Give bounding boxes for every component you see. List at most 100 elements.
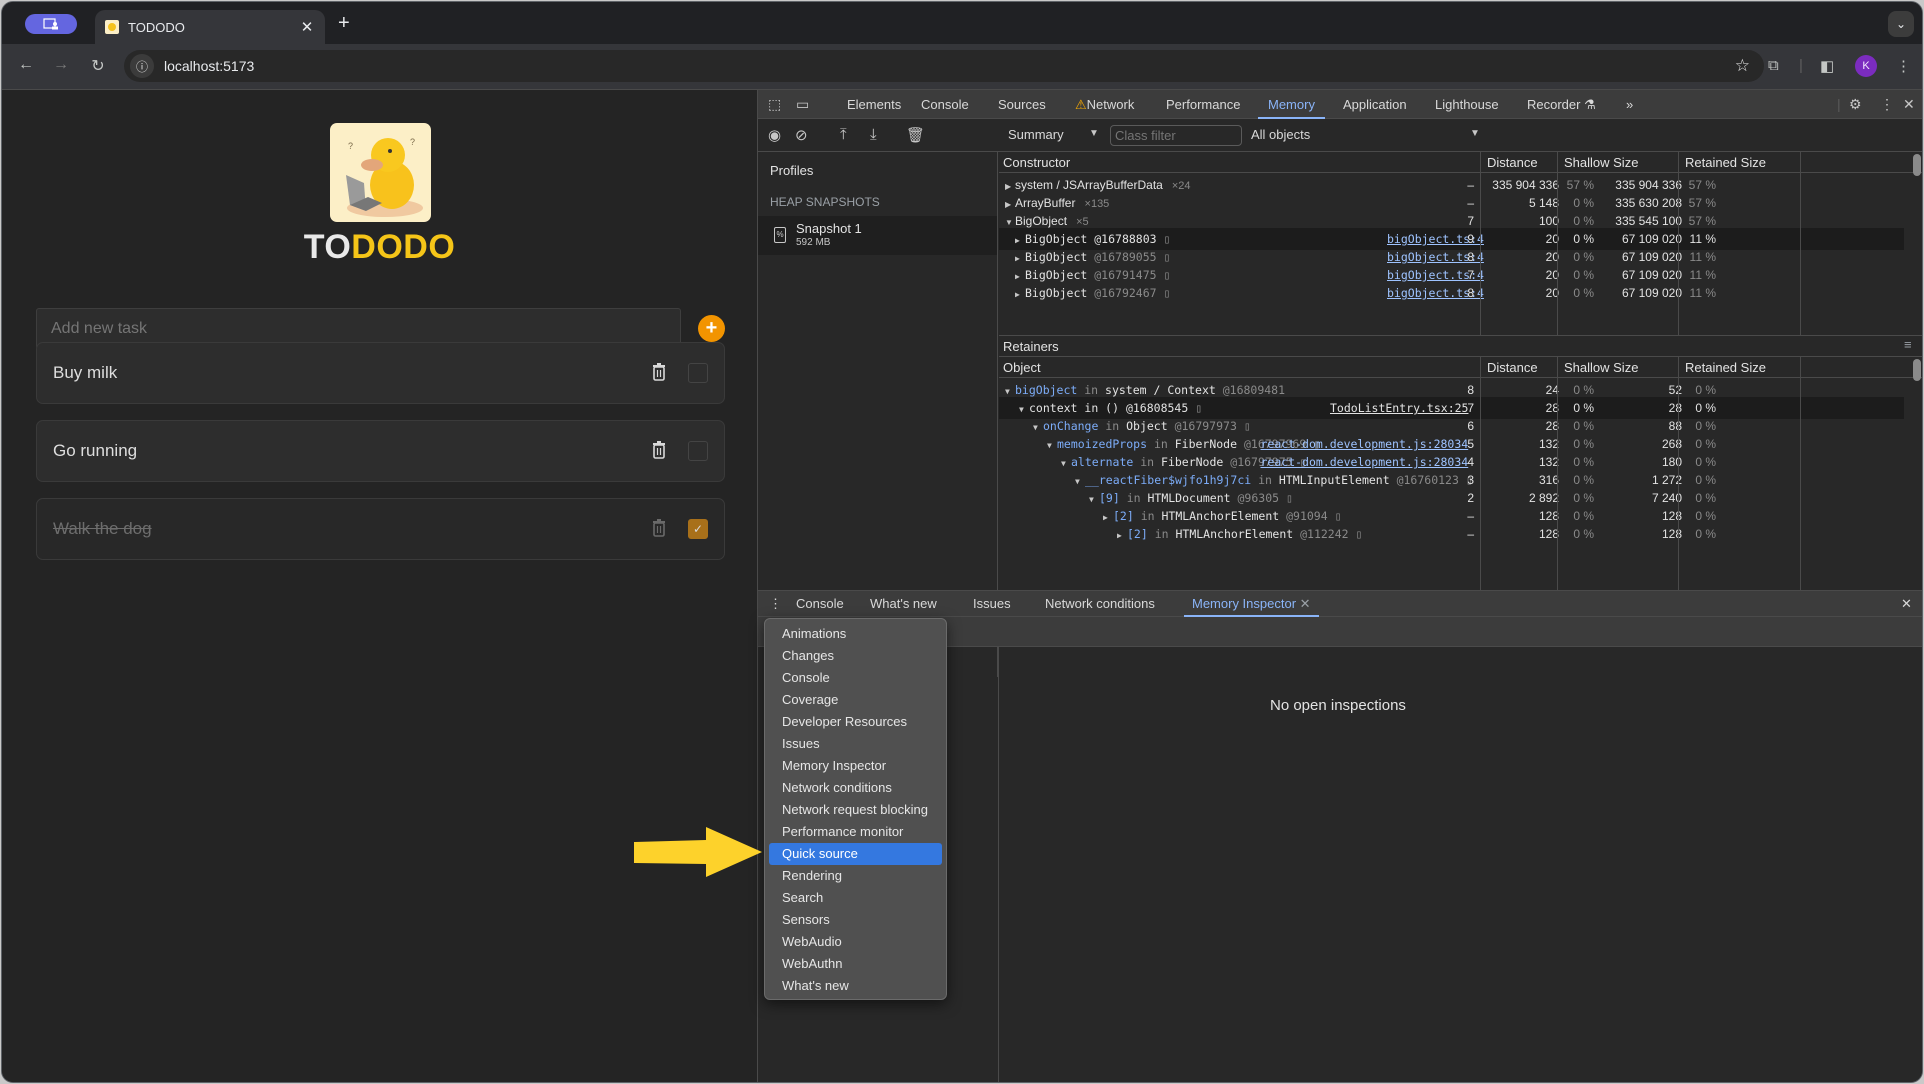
- menu-item-developer-resources[interactable]: Developer Resources: [769, 711, 942, 733]
- task-checkbox[interactable]: [688, 363, 708, 383]
- side-panel-icon[interactable]: ◧: [1820, 57, 1834, 75]
- drawer-tab-issues[interactable]: Issues: [973, 591, 1011, 617]
- drawer-tab-memory-inspector[interactable]: Memory Inspector ✕: [1184, 591, 1319, 617]
- tab-lighthouse[interactable]: Lighthouse: [1435, 90, 1499, 119]
- collapsed-triangle-icon[interactable]: ▶: [1005, 200, 1015, 209]
- drawer-tab-whats-new[interactable]: What's new: [870, 591, 937, 617]
- task-checkbox[interactable]: [688, 441, 708, 461]
- profile-avatar[interactable]: K: [1855, 55, 1877, 77]
- reveal-icon[interactable]: ▯: [1164, 268, 1171, 282]
- expanded-triangle-icon[interactable]: ▼: [1033, 423, 1043, 432]
- device-toolbar-icon[interactable]: ▭: [796, 96, 809, 113]
- drawer-menu-kebab-icon[interactable]: ⋮: [769, 591, 782, 617]
- close-devtools-icon[interactable]: ✕: [1903, 96, 1915, 113]
- browser-tab[interactable]: TODODO ✕: [95, 10, 325, 44]
- menu-item-performance-monitor[interactable]: Performance monitor: [769, 821, 942, 843]
- address-bar[interactable]: ⓘ localhost:5173 ☆: [124, 50, 1764, 82]
- view-select-caret-icon[interactable]: ▼: [1089, 128, 1099, 139]
- col-constructor[interactable]: Constructor: [1003, 155, 1070, 170]
- menu-item-network-request-blocking[interactable]: Network request blocking: [769, 799, 942, 821]
- objects-filter-caret-icon[interactable]: ▼: [1470, 128, 1480, 139]
- close-tab-icon[interactable]: ✕: [295, 18, 319, 36]
- col-object[interactable]: Object: [1003, 360, 1041, 375]
- menu-item-console[interactable]: Console: [769, 667, 942, 689]
- add-task-button[interactable]: +: [698, 315, 725, 342]
- reveal-icon[interactable]: ▯: [1164, 286, 1171, 300]
- drawer-tab-network-conditions[interactable]: Network conditions: [1045, 591, 1155, 617]
- menu-item-issues[interactable]: Issues: [769, 733, 942, 755]
- site-info-icon[interactable]: ⓘ: [130, 54, 154, 78]
- col-retained-size[interactable]: Retained Size: [1685, 155, 1766, 170]
- trash-icon[interactable]: [652, 519, 666, 537]
- objects-filter-select[interactable]: All objects: [1251, 127, 1310, 142]
- tab-network[interactable]: ⚠Network: [1075, 90, 1134, 119]
- expanded-triangle-icon[interactable]: ▼: [1019, 405, 1029, 414]
- menu-item-search[interactable]: Search: [769, 887, 942, 909]
- reveal-icon[interactable]: ▯: [1164, 250, 1171, 264]
- reveal-icon[interactable]: ▯: [1195, 401, 1202, 415]
- collapsed-triangle-icon[interactable]: ▶: [1015, 254, 1025, 263]
- url-text[interactable]: localhost:5173: [164, 58, 1735, 74]
- tab-recorder[interactable]: Recorder ⚗: [1527, 90, 1596, 119]
- collapsed-triangle-icon[interactable]: ▶: [1015, 290, 1025, 299]
- reveal-icon[interactable]: ▯: [1356, 527, 1363, 541]
- expanded-triangle-icon[interactable]: ▼: [1005, 218, 1015, 227]
- menu-item-network-conditions[interactable]: Network conditions: [769, 777, 942, 799]
- profile-switcher-button[interactable]: [25, 14, 77, 34]
- tab-performance[interactable]: Performance: [1166, 90, 1240, 119]
- menu-item-quick-source[interactable]: Quick source: [769, 843, 942, 865]
- tab-search-chevron-icon[interactable]: ⌄: [1888, 11, 1914, 37]
- snapshot-item[interactable]: % Snapshot 1 592 MB: [758, 216, 997, 255]
- clear-profiles-icon[interactable]: ⊘: [795, 126, 808, 144]
- reload-icon[interactable]: ↻: [87, 56, 109, 76]
- col-shallow-size[interactable]: Shallow Size: [1564, 155, 1638, 170]
- constructor-scrollbar[interactable]: [1913, 154, 1921, 176]
- collapsed-triangle-icon[interactable]: ▶: [1103, 513, 1113, 522]
- menu-item-what-s-new[interactable]: What's new: [769, 975, 942, 997]
- forward-arrow-icon[interactable]: →: [50, 56, 72, 74]
- col-distance[interactable]: Distance: [1487, 360, 1538, 375]
- extensions-puzzle-icon[interactable]: ⧉: [1768, 57, 1779, 74]
- back-arrow-icon[interactable]: ←: [15, 56, 37, 74]
- col-shallow-size[interactable]: Shallow Size: [1564, 360, 1638, 375]
- view-select[interactable]: Summary: [1008, 127, 1064, 142]
- menu-item-webauthn[interactable]: WebAuthn: [769, 953, 942, 975]
- devtools-menu-kebab-icon[interactable]: ⋮: [1880, 96, 1894, 113]
- reveal-icon[interactable]: ▯: [1335, 509, 1342, 523]
- col-distance[interactable]: Distance: [1487, 155, 1538, 170]
- collapsed-triangle-icon[interactable]: ▶: [1015, 272, 1025, 281]
- collapsed-triangle-icon[interactable]: ▶: [1005, 182, 1015, 191]
- tab-elements[interactable]: Elements: [847, 90, 901, 119]
- menu-item-coverage[interactable]: Coverage: [769, 689, 942, 711]
- trash-icon[interactable]: [652, 441, 666, 459]
- more-tabs-button[interactable]: »: [1626, 90, 1633, 119]
- expanded-triangle-icon[interactable]: ▼: [1005, 387, 1015, 396]
- new-tab-button[interactable]: +: [338, 12, 350, 35]
- reveal-icon[interactable]: ▯: [1244, 419, 1251, 433]
- tab-application[interactable]: Application: [1343, 90, 1407, 119]
- settings-gear-icon[interactable]: ⚙: [1849, 96, 1862, 113]
- menu-item-changes[interactable]: Changes: [769, 645, 942, 667]
- close-drawer-icon[interactable]: ✕: [1901, 591, 1912, 617]
- expanded-triangle-icon[interactable]: ▼: [1061, 459, 1071, 468]
- expanded-triangle-icon[interactable]: ▼: [1089, 495, 1099, 504]
- inspect-element-icon[interactable]: ⬚: [768, 96, 781, 113]
- trash-icon[interactable]: [652, 363, 666, 381]
- bookmark-star-icon[interactable]: ☆: [1735, 56, 1750, 76]
- drawer-split-divider[interactable]: [998, 647, 999, 1082]
- retainers-scrollbar[interactable]: [1913, 359, 1921, 381]
- collect-garbage-trash-icon[interactable]: 🗑: [906, 126, 925, 144]
- close-drawer-tab-icon[interactable]: ✕: [1300, 596, 1311, 611]
- collapsed-triangle-icon[interactable]: ▶: [1117, 531, 1127, 540]
- load-profile-upload-icon[interactable]: ⤒: [840, 126, 847, 143]
- expanded-triangle-icon[interactable]: ▼: [1075, 477, 1085, 486]
- menu-item-memory-inspector[interactable]: Memory Inspector: [769, 755, 942, 777]
- reveal-icon[interactable]: ▯: [1286, 491, 1293, 505]
- expanded-triangle-icon[interactable]: ▼: [1047, 441, 1057, 450]
- retainer-row[interactable]: ▶ [2] in HTMLAnchorElement @112242 ▯ –128 0…: [999, 523, 1904, 545]
- menu-item-rendering[interactable]: Rendering: [769, 865, 942, 887]
- tab-memory[interactable]: Memory: [1258, 90, 1325, 119]
- browser-menu-kebab-icon[interactable]: ⋮: [1896, 57, 1911, 75]
- collapsed-triangle-icon[interactable]: ▶: [1015, 236, 1025, 245]
- tab-console[interactable]: Console: [921, 90, 969, 119]
